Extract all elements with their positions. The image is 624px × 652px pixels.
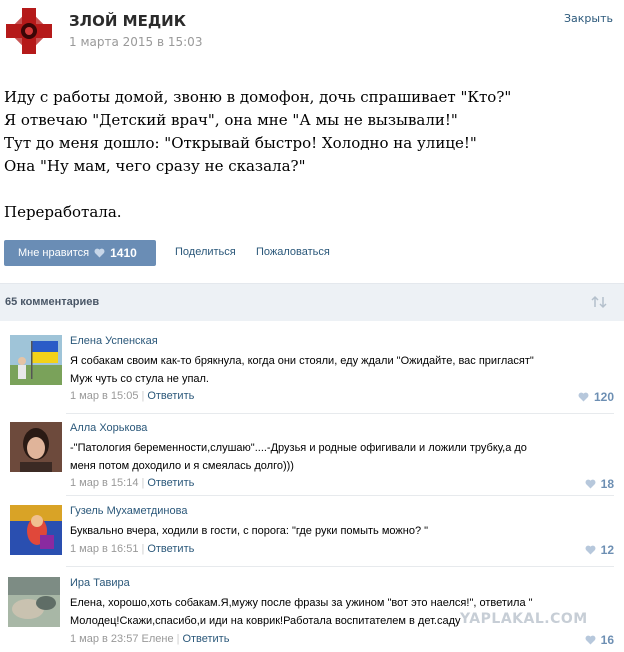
comment-date[interactable]: 1 мар в 15:05	[70, 390, 138, 402]
reply-link[interactable]: Ответить	[147, 390, 194, 402]
comment-text-line: -"Патология беременности,слушаю"....-Дру…	[70, 442, 527, 454]
commenter-name[interactable]: Елена Успенская	[70, 335, 158, 347]
post-text-line: Я отвечаю "Детский врач", она мне "А мы …	[4, 111, 458, 129]
heart-icon	[585, 479, 596, 489]
sort-icon[interactable]	[590, 295, 608, 309]
heart-icon	[578, 392, 589, 402]
comment-text-line: Я собакам своим как-то брякнула, когда о…	[70, 355, 534, 367]
comment-divider	[66, 566, 614, 567]
comment-like-count: 120	[593, 390, 614, 404]
comment-text-line: Муж чуть со стула не упал.	[70, 373, 209, 385]
reply-link[interactable]: Ответить	[147, 477, 194, 489]
comment-likes[interactable]: 16	[585, 633, 614, 647]
comments-header: 65 комментариев	[0, 283, 624, 321]
comment-date[interactable]: 1 мар в 15:14	[70, 477, 138, 489]
heart-icon	[585, 635, 596, 645]
complain-link[interactable]: Пожаловаться	[256, 246, 330, 258]
share-link[interactable]: Поделиться	[175, 246, 236, 258]
comment-text: Я собакам своим как-то брякнула, когда о…	[70, 352, 534, 388]
commenter-name[interactable]: Гузель Мухаметдинова	[70, 505, 187, 517]
commenter-avatar[interactable]	[8, 577, 60, 627]
reply-link[interactable]: Ответить	[182, 633, 229, 645]
heart-icon	[585, 545, 596, 555]
reply-link[interactable]: Ответить	[147, 543, 194, 555]
post-date[interactable]: 1 марта 2015 в 15:03	[69, 35, 202, 49]
comment-text-line: Буквально вчера, ходили в гости, с порог…	[70, 525, 429, 537]
comment-text: Буквально вчера, ходили в гости, с порог…	[70, 522, 428, 540]
comment-divider	[66, 495, 614, 496]
like-button[interactable]: Мне нравится 1410	[4, 240, 156, 266]
comment-meta: 1 мар в 15:05 | Ответить	[70, 390, 195, 402]
comment-likes[interactable]: 12	[585, 543, 614, 557]
comments-count[interactable]: 65 комментариев	[5, 296, 99, 308]
post-text-final: Переработала.	[4, 203, 122, 221]
comment-date[interactable]: 1 мар в 16:51	[70, 543, 138, 555]
comment-like-count: 12	[600, 543, 614, 557]
heart-icon	[94, 248, 105, 258]
post-text-line: Тут до меня дошло: "Открывай быстро! Хол…	[4, 134, 477, 152]
comment-text-line: меня потом доходило и я смеялась долго))…	[70, 460, 294, 472]
post-text-line: Иду с работы домой, звоню в домофон, доч…	[4, 88, 512, 106]
commenter-name[interactable]: Алла Хорькова	[70, 422, 147, 434]
comment-likes[interactable]: 18	[585, 477, 614, 491]
comment-meta: 1 мар в 16:51 | Ответить	[70, 543, 195, 555]
comment-text-line: Елена, хорошо,хоть собакам.Я,мужу после …	[70, 597, 533, 609]
comment-divider	[66, 413, 614, 414]
commenter-avatar[interactable]	[10, 505, 62, 555]
like-label: Мне нравится	[18, 247, 90, 259]
comment-likes[interactable]: 120	[578, 390, 614, 404]
commenter-avatar[interactable]	[10, 422, 62, 472]
commenter-name[interactable]: Ира Тавира	[70, 577, 130, 589]
comment-like-count: 16	[600, 633, 614, 647]
post-header: ЗЛОЙ МЕДИК 1 марта 2015 в 15:03 Закрыть	[0, 0, 624, 66]
comment-meta: 1 мар в 23:57 Елене | Ответить	[70, 633, 230, 645]
comment-meta: 1 мар в 15:14 | Ответить	[70, 477, 195, 489]
post-text-line: Она "Ну мам, чего сразу не сказала?"	[4, 157, 306, 175]
author-avatar[interactable]	[4, 6, 54, 56]
like-count: 1410	[110, 246, 137, 260]
author-name[interactable]: ЗЛОЙ МЕДИК	[69, 12, 186, 30]
comment-date[interactable]: 1 мар в 23:57 Елене	[70, 633, 174, 645]
watermark: YAPLAKAL.COM	[460, 611, 588, 627]
comment-like-count: 18	[600, 477, 614, 491]
comment-text: -"Патология беременности,слушаю"....-Дру…	[70, 439, 527, 475]
close-link[interactable]: Закрыть	[564, 12, 613, 25]
post-text: Иду с работы домой, звоню в домофон, доч…	[4, 86, 604, 224]
commenter-avatar[interactable]	[10, 335, 62, 385]
